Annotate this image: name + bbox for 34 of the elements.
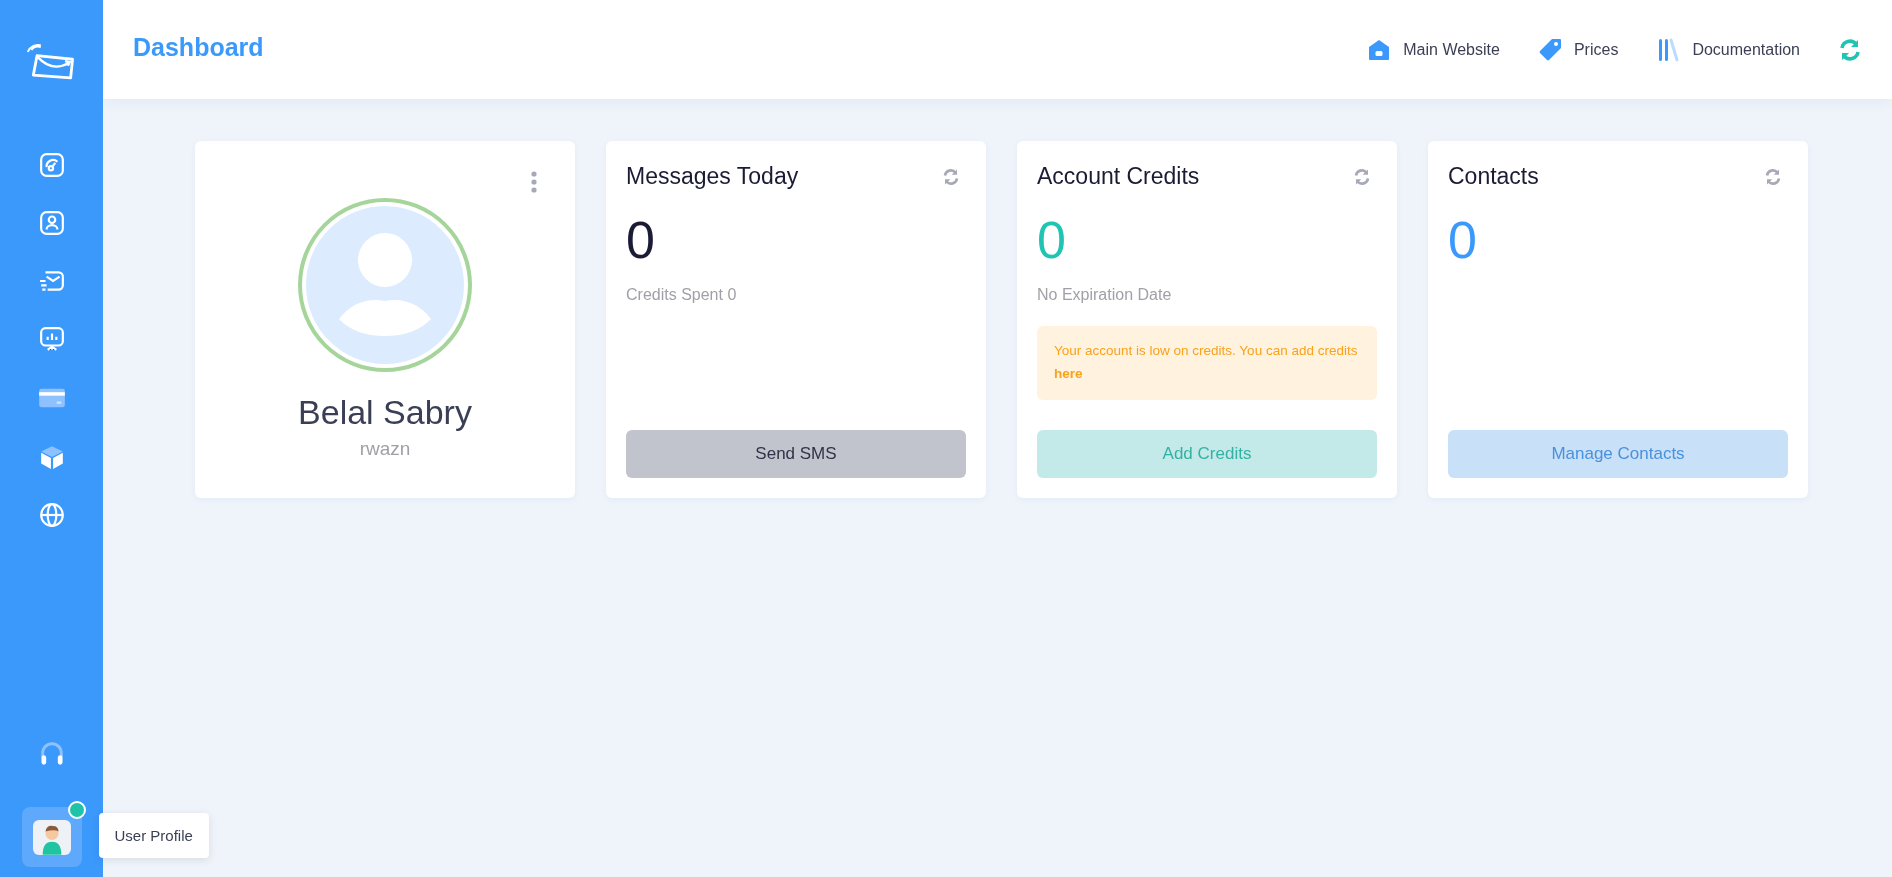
stat-subtitle: No Expiration Date xyxy=(1037,286,1173,304)
page-title: Dashboard xyxy=(133,32,264,62)
price-tag-icon xyxy=(1537,37,1562,62)
stat-subtitle: Credits Spent 0 xyxy=(626,286,738,304)
books-icon xyxy=(1656,37,1681,62)
speedometer-icon[interactable] xyxy=(38,152,65,178)
low-credit-alert: Your account is low on credits. You can add credits here xyxy=(1037,326,1377,400)
stat-value: 0 xyxy=(626,214,656,266)
avatar-silhouette-icon xyxy=(297,197,473,373)
house-icon xyxy=(1367,37,1392,62)
stat-value: 0 xyxy=(1037,214,1067,266)
card-action-button[interactable]: Send SMS xyxy=(626,430,966,478)
contact-icon[interactable] xyxy=(38,210,65,236)
fast-mail-icon[interactable] xyxy=(38,268,65,294)
user-avatar-button[interactable] xyxy=(21,807,82,867)
user-name: Belal Sabry xyxy=(298,393,472,432)
card-title: Account Credits xyxy=(1037,163,1200,190)
more-options-icon[interactable] xyxy=(531,171,537,193)
stat-value: 0 xyxy=(1448,214,1478,266)
card-title: Contacts xyxy=(1448,163,1539,190)
nav-link[interactable]: Documentation xyxy=(1656,37,1800,62)
cube-icon[interactable] xyxy=(38,444,65,470)
username: rwazn xyxy=(359,438,411,460)
presentation-chart-icon[interactable] xyxy=(38,326,65,352)
refresh-icon[interactable] xyxy=(1838,37,1862,62)
person-avatar-icon xyxy=(32,819,71,855)
refresh-icon[interactable] xyxy=(1353,167,1371,186)
refresh-icon[interactable] xyxy=(1764,167,1782,186)
globe-icon[interactable] xyxy=(38,502,65,528)
tooltip: User Profile xyxy=(98,813,209,858)
card-title: Messages Today xyxy=(626,163,799,190)
nav-link[interactable]: Prices xyxy=(1537,37,1619,62)
refresh-icon[interactable] xyxy=(942,167,960,186)
nav-link[interactable]: Main Website xyxy=(1367,37,1500,62)
